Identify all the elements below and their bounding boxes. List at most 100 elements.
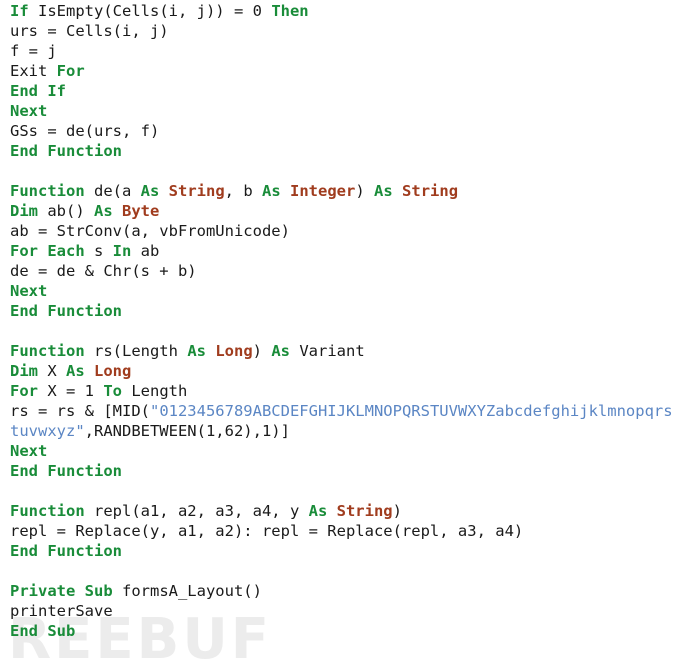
code-token-kw: As — [187, 342, 206, 360]
code-token-pln: repl = Replace(y, a1, a2): repl = Replac… — [10, 522, 524, 540]
code-token-pln: X = 1 — [38, 382, 104, 400]
code-token-pln: ab() — [38, 202, 94, 220]
code-token-kw: Then — [271, 2, 309, 20]
code-line: Private Sub formsA_Layout() — [10, 581, 690, 601]
code-token-pln: ,RANDBETWEEN(1,62),1)] — [84, 422, 290, 440]
code-token-kw: As — [140, 182, 160, 200]
code-token-kw: In — [112, 242, 132, 260]
code-token-typ: Long — [94, 362, 132, 380]
code-token-pln — [85, 362, 94, 380]
code-token-kw: If — [10, 2, 29, 20]
code-token-pln — [113, 202, 122, 220]
code-token-pln: printerSave — [10, 602, 113, 620]
code-token-str: "0123456789ABCDEFGHIJKLMNOPQRSTUVWXYZabc… — [149, 402, 673, 420]
code-token-pln — [281, 182, 290, 200]
code-token-pln: Length — [122, 382, 188, 400]
code-token-kw: As — [308, 502, 328, 520]
code-token-kw: Dim — [10, 202, 38, 220]
code-line: rs = rs & [MID("0123456789ABCDEFGHIJKLMN… — [10, 401, 690, 421]
code-line: repl = Replace(y, a1, a2): repl = Replac… — [10, 521, 690, 541]
code-token-kw: Function — [10, 342, 85, 360]
code-token-pln: ) — [355, 182, 375, 200]
code-line: tuvwxyz",RANDBETWEEN(1,62),1)] — [10, 421, 690, 441]
code-token-pln: ) — [392, 502, 402, 520]
code-token-pln: de(a — [84, 182, 141, 200]
code-token-typ: Integer — [290, 182, 356, 200]
code-line: End Sub — [10, 621, 690, 641]
code-line: For X = 1 To Length — [10, 381, 690, 401]
code-line: End Function — [10, 301, 690, 321]
code-token-typ: String — [168, 182, 225, 200]
code-line: If IsEmpty(Cells(i, j)) = 0 Then — [10, 1, 690, 21]
code-token-kw: As — [262, 182, 281, 200]
code-line: End Function — [10, 541, 690, 561]
code-token-typ: String — [336, 502, 393, 520]
code-token-pln: rs(Length — [84, 342, 188, 360]
code-token-pln: de = de & Chr(s + b) — [10, 262, 197, 280]
code-token-kw: As — [374, 182, 393, 200]
code-line: Next — [10, 101, 690, 121]
code-line: End Function — [10, 141, 690, 161]
code-token-kw: End Function — [10, 142, 122, 160]
code-token-pln: repl(a1, a2, a3, a4, y — [84, 502, 309, 520]
code-token-pln — [206, 342, 215, 360]
code-lines-container: If IsEmpty(Cells(i, j)) = 0 Then urs = Ce… — [0, 0, 690, 641]
code-token-pln: urs = Cells(i, j) — [10, 22, 169, 40]
code-line: End If — [10, 81, 690, 101]
code-token-kw: As — [94, 202, 113, 220]
code-line: GSs = de(urs, f) — [10, 121, 690, 141]
code-line: Dim ab() As Byte — [10, 201, 690, 221]
code-token-kw: For Each — [10, 242, 85, 260]
code-line: f = j — [10, 41, 690, 61]
code-token-kw: Private Sub — [10, 582, 113, 600]
code-token-kw: Next — [10, 282, 48, 300]
code-token-kw: End Function — [10, 462, 122, 480]
code-token-pln: X — [38, 362, 66, 380]
code-listing-view: REEBUF If IsEmpty(Cells(i, j)) = 0 Then u… — [0, 0, 690, 668]
code-line: de = de & Chr(s + b) — [10, 261, 690, 281]
code-line: Exit For — [10, 61, 690, 81]
code-token-kw: As — [66, 362, 85, 380]
code-line: Next — [10, 441, 690, 461]
code-token-kw: Function — [10, 182, 85, 200]
code-token-pln: formsA_Layout() — [112, 582, 262, 600]
code-token-str: tuvwxyz" — [10, 422, 85, 440]
code-token-pln: , b — [224, 182, 262, 200]
code-token-pln: rs = rs & [MID( — [10, 402, 150, 420]
code-token-typ: Long — [215, 342, 253, 360]
code-token-pln — [159, 182, 168, 200]
code-token-pln: ab = StrConv(a, vbFromUnicode) — [10, 222, 290, 240]
code-token-kw: End Function — [10, 542, 122, 560]
code-token-pln: IsEmpty(Cells(i, j)) = 0 — [28, 2, 272, 20]
code-token-pln: Exit — [10, 62, 57, 80]
code-token-pln: s — [84, 242, 113, 260]
code-line: Function rs(Length As Long) As Variant — [10, 341, 690, 361]
code-token-kw: Next — [10, 102, 48, 120]
code-line: ab = StrConv(a, vbFromUnicode) — [10, 221, 690, 241]
code-line: Function repl(a1, a2, a3, a4, y As Strin… — [10, 501, 690, 521]
code-line: Dim X As Long — [10, 361, 690, 381]
code-line: Function de(a As String, b As Integer) A… — [10, 181, 690, 201]
code-token-kw: For — [10, 382, 38, 400]
code-token-kw: To — [103, 382, 122, 400]
code-token-kw: As — [271, 342, 290, 360]
code-token-kw: End Sub — [10, 622, 76, 640]
code-token-pln: GSs = de(urs, f) — [10, 122, 160, 140]
code-token-pln — [327, 502, 336, 520]
code-token-typ: String — [402, 182, 459, 200]
code-token-kw: Next — [10, 442, 48, 460]
code-token-kw: Function — [10, 502, 85, 520]
code-token-pln: f = j — [10, 42, 57, 60]
code-token-kw: Dim — [10, 362, 38, 380]
code-line: urs = Cells(i, j) — [10, 21, 690, 41]
code-token-typ: Byte — [122, 202, 160, 220]
code-line: End Function — [10, 461, 690, 481]
code-line: For Each s In ab — [10, 241, 690, 261]
code-token-kw: End If — [10, 82, 66, 100]
code-token-pln: ) — [252, 342, 272, 360]
code-line: printerSave — [10, 601, 690, 621]
